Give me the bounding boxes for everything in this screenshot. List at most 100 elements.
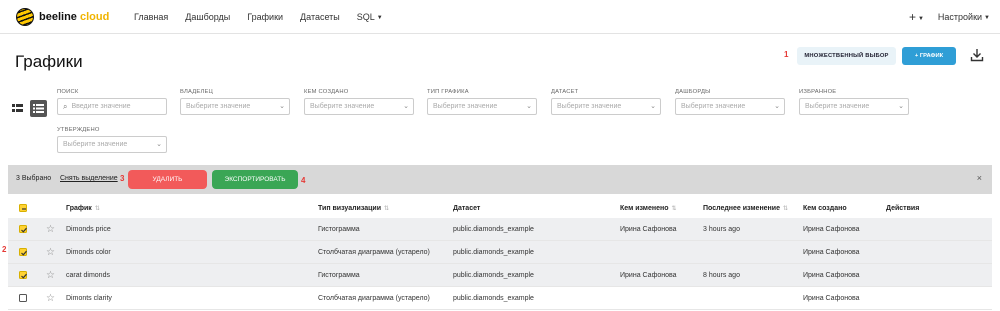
nav-item-datasets[interactable]: Датасеты — [300, 12, 340, 22]
beeline-logo-icon — [16, 8, 34, 26]
column-header-viz-type[interactable]: Тип визуализации ⇅ — [318, 198, 389, 218]
chevron-down-icon: ⌄ — [526, 103, 532, 110]
dataset-link[interactable]: public.diamonds_example — [453, 287, 534, 309]
nav-item-dashboards[interactable]: Дашборды — [185, 12, 230, 22]
bulk-selection-bar: 3 Выбрано Снять выделение 3 УДАЛИТЬ ЭКСП… — [8, 165, 992, 194]
favorite-star-icon[interactable]: ☆ — [46, 241, 55, 263]
dataset-link[interactable]: public.diamonds_example — [453, 241, 534, 263]
chart-type-select[interactable]: Выберите значение ⌄ — [427, 98, 537, 115]
column-label: Действия — [886, 204, 920, 212]
modified-by-cell: Ирина Сафонова — [620, 271, 677, 279]
chevron-down-icon: ▼ — [917, 15, 924, 22]
delete-button[interactable]: УДАЛИТЬ — [128, 170, 207, 189]
settings-menu[interactable]: Настройки ▼ — [938, 12, 990, 22]
filter-label: ДАШБОРДЫ — [675, 89, 711, 95]
viz-type-cell: Столбчатая диаграмма (устарело) — [318, 294, 430, 302]
filter-owner: ВЛАДЕЛЕЦ Выберите значение ⌄ — [180, 89, 290, 115]
placeholder-text: Выберите значение — [805, 103, 870, 110]
column-header-chart[interactable]: График ⇅ — [66, 198, 100, 218]
table-row[interactable]: ☆ Dimonds price Гистограмма public.diamo… — [8, 218, 992, 241]
favorite-star-icon[interactable]: ☆ — [46, 218, 55, 240]
export-button[interactable]: ЭКСПОРТИРОВАТЬ — [212, 170, 298, 189]
select-all-checkbox[interactable] — [19, 204, 27, 212]
placeholder-text: Выберите значение — [681, 103, 746, 110]
column-header-actions: Действия — [886, 198, 919, 218]
sort-icon: ⇅ — [384, 205, 390, 212]
dashboards-select[interactable]: Выберите значение ⌄ — [675, 98, 785, 115]
row-checkbox[interactable] — [19, 271, 27, 279]
dataset-link[interactable]: public.diamonds_example — [453, 264, 534, 286]
placeholder-text: Выберите значение — [433, 103, 498, 110]
chart-name-link[interactable]: carat dimonds — [66, 264, 110, 286]
dataset-select[interactable]: Выберите значение ⌄ — [551, 98, 661, 115]
created-by-cell: Ирина Сафонова — [803, 225, 860, 233]
filter-label: ДАТАСЕТ — [551, 89, 579, 95]
nav-item-sql-menu[interactable]: SQL ▼ — [357, 12, 383, 22]
multi-select-button[interactable]: МНОЖЕСТВЕННЫЙ ВЫБОР — [797, 47, 896, 65]
row-checkbox[interactable] — [19, 294, 27, 302]
table-row[interactable]: ☆ carat dimonds Гистограмма public.diamo… — [8, 264, 992, 287]
placeholder-text: Выберите значение — [557, 103, 622, 110]
filter-label: КЕМ СОЗДАНО — [304, 89, 349, 95]
filter-dashboards: ДАШБОРДЫ Выберите значение ⌄ — [675, 89, 785, 115]
created-by-select[interactable]: Выберите значение ⌄ — [304, 98, 414, 115]
placeholder-text: Выберите значение — [310, 103, 375, 110]
annotation-4: 4 — [301, 176, 306, 185]
table-row[interactable]: ☆ Dimonts clarity Столбчатая диаграмма (… — [8, 287, 992, 310]
row-checkbox[interactable] — [19, 248, 27, 256]
favorite-select[interactable]: Выберите значение ⌄ — [799, 98, 909, 115]
column-header-last-modified[interactable]: Последнее изменение ⇅ — [703, 198, 788, 218]
viz-type-cell: Гистограмма — [318, 225, 360, 233]
last-modified-cell: 8 hours ago — [703, 271, 740, 279]
top-right-menu: + ▼ Настройки ▼ — [909, 0, 990, 34]
column-header-modified-by[interactable]: Кем изменено ⇅ — [620, 198, 677, 218]
column-label: Тип визуализации — [318, 204, 382, 212]
selected-count: 3 Выбрано — [16, 175, 52, 182]
filter-search: ПОИСК ⌕ Введите значение — [57, 89, 167, 115]
chart-name-link[interactable]: Dimonds price — [66, 218, 111, 240]
filter-approved: УТВЕРЖДЕНО Выберите значение ⌄ — [57, 127, 167, 153]
column-header-created-by: Кем создано — [803, 198, 847, 218]
column-label: График — [66, 204, 92, 212]
placeholder-text: Выберите значение — [186, 103, 251, 110]
search-input[interactable]: ⌕ Введите значение — [57, 98, 167, 115]
favorite-star-icon[interactable]: ☆ — [46, 264, 55, 286]
dataset-link[interactable]: public.diamonds_example — [453, 218, 534, 240]
table-row[interactable]: ☆ Dimonds color Столбчатая диаграмма (ус… — [8, 241, 992, 264]
favorite-star-icon[interactable]: ☆ — [46, 287, 55, 309]
brand-logo[interactable]: beeline cloud — [16, 8, 109, 26]
download-icon[interactable] — [970, 48, 984, 62]
new-item-menu[interactable]: + ▼ — [909, 10, 924, 24]
add-chart-button[interactable]: + ГРАФИК — [902, 47, 956, 65]
card-view-icon[interactable] — [9, 100, 26, 117]
row-checkbox[interactable] — [19, 225, 27, 233]
close-icon[interactable]: × — [977, 173, 982, 183]
column-label: Кем создано — [803, 204, 847, 212]
chart-name-link[interactable]: Dimonds color — [66, 241, 111, 263]
approved-select[interactable]: Выберите значение ⌄ — [57, 136, 167, 153]
filter-created-by: КЕМ СОЗДАНО Выберите значение ⌄ — [304, 89, 414, 115]
annotation-2: 2 — [2, 245, 7, 254]
chevron-down-icon: ⌄ — [403, 103, 409, 110]
settings-label: Настройки — [937, 12, 983, 22]
placeholder-text: Введите значение — [71, 103, 131, 110]
plus-icon: + — [908, 10, 916, 24]
main-nav: Главная Дашборды Графики Датасеты SQL ▼ — [134, 0, 383, 34]
nav-item-charts[interactable]: Графики — [247, 12, 283, 22]
filter-chart-type: ТИП ГРАФИКА Выберите значение ⌄ — [427, 89, 537, 115]
nav-item-home[interactable]: Главная — [134, 12, 168, 22]
owner-select[interactable]: Выберите значение ⌄ — [180, 98, 290, 115]
viz-type-cell: Столбчатая диаграмма (устарело) — [318, 248, 430, 256]
annotation-3: 3 — [120, 174, 125, 183]
chevron-down-icon: ⌄ — [650, 103, 656, 110]
top-navbar: beeline cloud Главная Дашборды Графики Д… — [0, 0, 1000, 34]
last-modified-cell: 3 hours ago — [703, 225, 740, 233]
clear-selection-link[interactable]: Снять выделение — [60, 175, 118, 182]
column-label: Кем изменено — [620, 204, 669, 212]
annotation-1: 1 — [784, 50, 789, 59]
chevron-down-icon: ⌄ — [279, 103, 285, 110]
list-view-icon[interactable] — [30, 100, 47, 117]
filter-label: УТВЕРЖДЕНО — [57, 127, 100, 133]
filter-favorite: ИЗБРАННОЕ Выберите значение ⌄ — [799, 89, 909, 115]
chart-name-link[interactable]: Dimonts clarity — [66, 287, 112, 309]
